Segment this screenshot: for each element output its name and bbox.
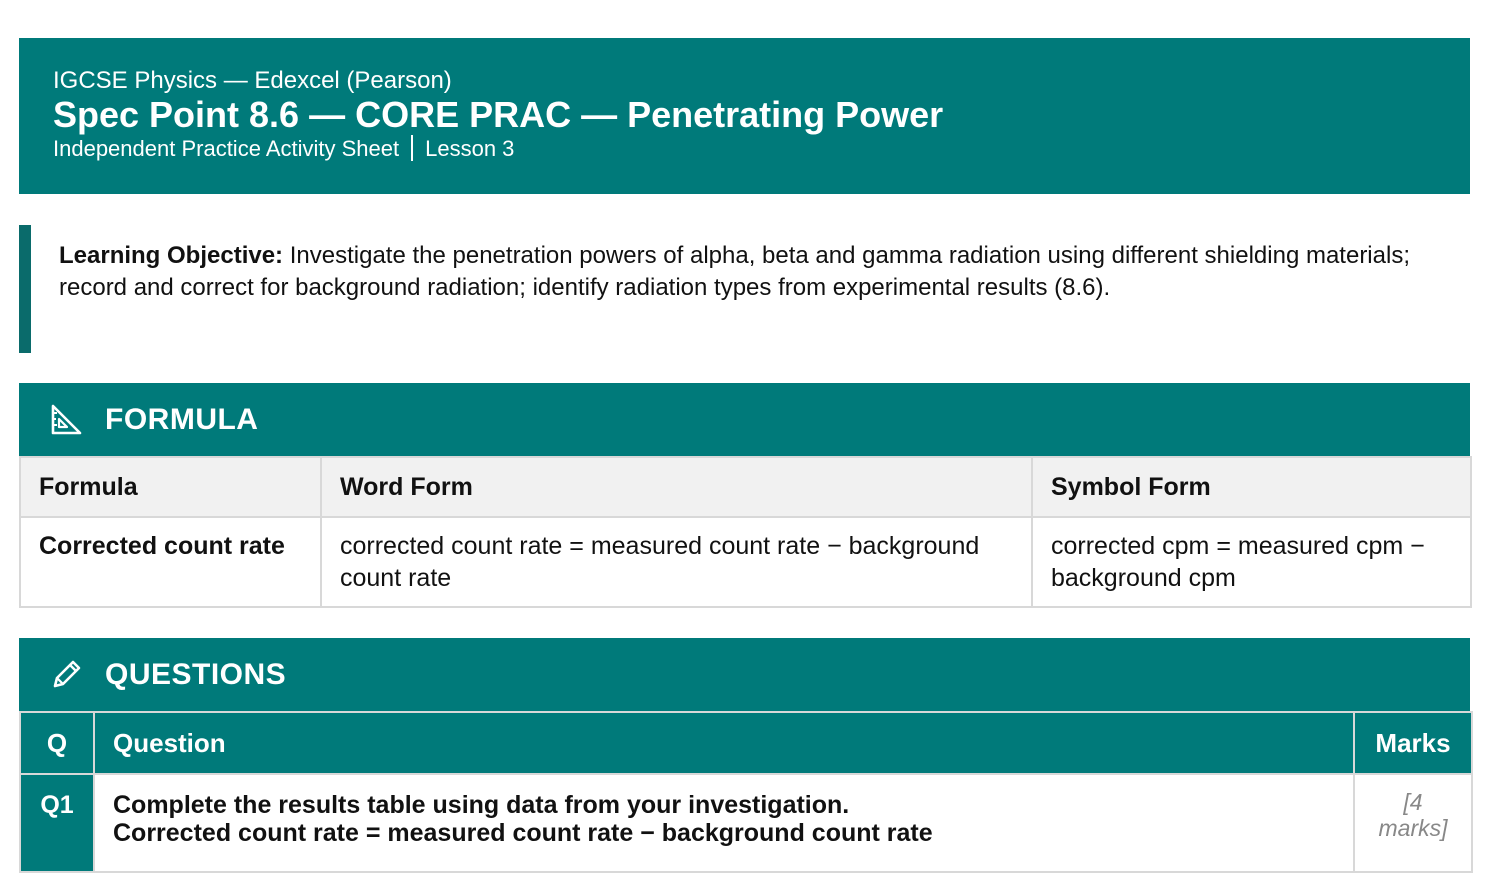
table-header-row: Formula Word Form Symbol Form <box>19 456 1472 518</box>
formula-name: Corrected count rate <box>19 516 322 608</box>
column-header: Symbol Form <box>1031 456 1472 518</box>
set-square-icon <box>49 402 85 438</box>
table-header-row: Q Question Marks <box>19 711 1473 775</box>
learning-objective: Learning Objective: Investigate the pene… <box>19 225 1470 353</box>
question-marks: [4 marks] <box>1353 773 1473 873</box>
page-header: IGCSE Physics — Edexcel (Pearson) Spec P… <box>19 38 1470 194</box>
subject-line: IGCSE Physics — Edexcel (Pearson) <box>53 67 452 94</box>
lesson-label: Lesson 3 <box>425 136 515 161</box>
column-header: Marks <box>1353 711 1473 775</box>
table-row: Q1 Complete the results table using data… <box>19 773 1473 873</box>
questions-section-header: QUESTIONS <box>19 638 1470 711</box>
questions-table: Q Question Marks Q1 Complete the results… <box>19 711 1473 873</box>
column-header: Formula <box>19 456 322 518</box>
sheet-type: Independent Practice Activity Sheet <box>53 136 400 161</box>
table-row: Corrected count rate corrected count rat… <box>19 516 1472 608</box>
column-header: Question <box>93 711 1355 775</box>
page-title: Spec Point 8.6 — CORE PRAC — Penetrating… <box>53 94 944 135</box>
sheet-subtitle: Independent Practice Activity Sheet Lesso… <box>53 134 1470 164</box>
section-title: FORMULA <box>105 402 259 436</box>
question-line: Corrected count rate = measured count ra… <box>113 819 933 847</box>
column-header: Q <box>19 711 95 775</box>
section-title: QUESTIONS <box>105 657 287 691</box>
symbol-form: corrected cpm = measured cpm − backgroun… <box>1031 516 1472 608</box>
question-text: Complete the results table using data fr… <box>93 773 1355 873</box>
pencil-icon <box>49 657 85 693</box>
objective-label: Learning Objective: <box>59 242 284 269</box>
column-header: Word Form <box>320 456 1033 518</box>
word-form: corrected count rate = measured count ra… <box>320 516 1033 608</box>
formula-table: Formula Word Form Symbol Form Corrected … <box>19 456 1472 608</box>
divider <box>411 135 414 161</box>
question-line: Complete the results table using data fr… <box>113 791 850 819</box>
formula-section-header: FORMULA <box>19 383 1470 456</box>
question-number: Q1 <box>19 773 95 873</box>
